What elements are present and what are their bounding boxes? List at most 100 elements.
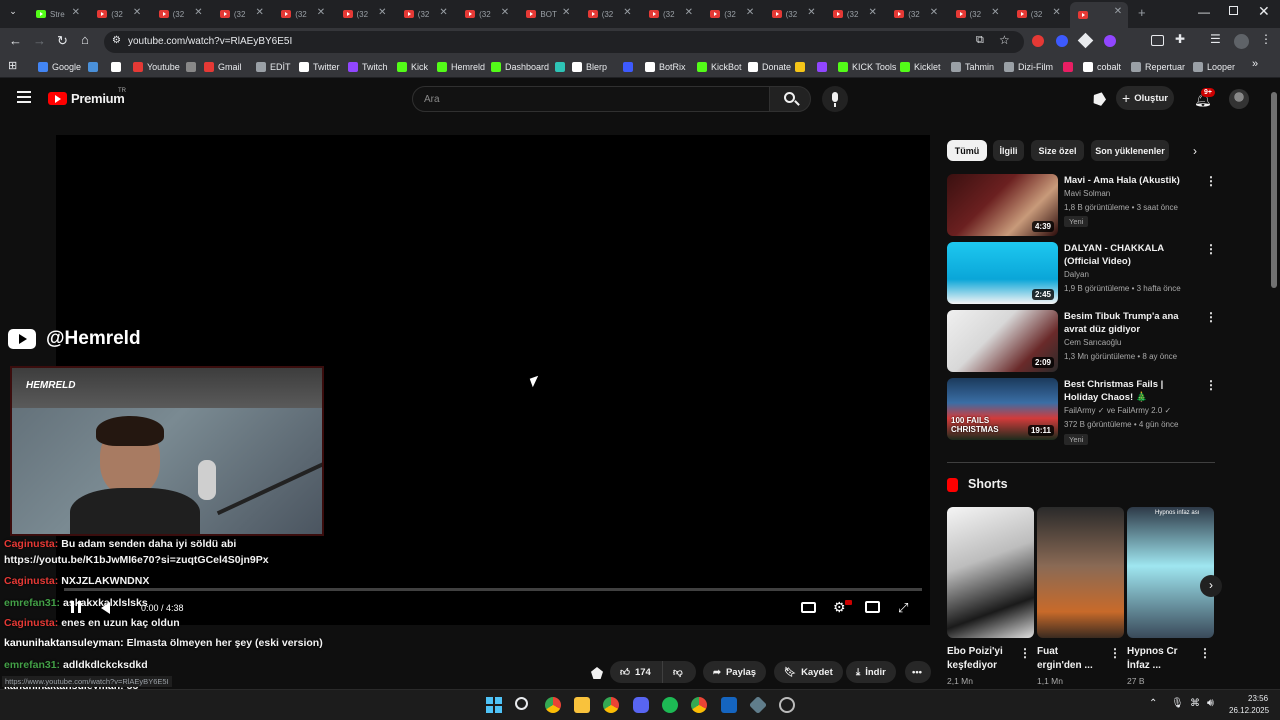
volume-tray-icon[interactable]: 🔊︎ bbox=[1207, 697, 1214, 710]
video-more-icon[interactable]: ⋮ bbox=[1205, 242, 1217, 256]
fullscreen-icon[interactable]: ⤢ bbox=[898, 600, 908, 616]
network-icon[interactable]: ⌘ bbox=[1190, 698, 1200, 709]
bookmark-item[interactable]: Google bbox=[38, 59, 81, 75]
discord-icon[interactable] bbox=[633, 697, 649, 713]
close-tab-icon[interactable]: ✕ bbox=[317, 7, 325, 18]
pause-icon[interactable] bbox=[71, 601, 81, 613]
like-button[interactable]: 👍︎ 174 bbox=[610, 661, 662, 683]
microphone-tray-icon[interactable]: 🎙︎ bbox=[1171, 698, 1184, 709]
app-taskbar-icon[interactable] bbox=[779, 697, 795, 713]
bookmark-item[interactable]: EDİT bbox=[256, 59, 291, 75]
bookmark-item[interactable] bbox=[623, 59, 633, 75]
video-channel[interactable]: Mavi Solman bbox=[1064, 189, 1110, 198]
browser-tab[interactable]: (32 ✕ bbox=[764, 3, 822, 25]
page-scrollbar[interactable] bbox=[1271, 92, 1277, 288]
video-channel[interactable]: FailArmy ✓ ve FailArmy 2.0 ✓ bbox=[1064, 406, 1171, 415]
minimize-button[interactable]: — bbox=[1198, 5, 1210, 19]
video-title[interactable]: DALYAN - CHAKKALA (Official Video) bbox=[1064, 242, 1196, 268]
video-thumbnail[interactable]: 2:45 bbox=[947, 242, 1058, 304]
close-tab-icon[interactable]: ✕ bbox=[378, 7, 386, 18]
browser-tab[interactable]: (32 ✕ bbox=[89, 3, 147, 25]
create-button[interactable]: + Oluştur bbox=[1116, 86, 1174, 110]
close-tab-icon[interactable]: ✕ bbox=[623, 7, 631, 18]
close-tab-icon[interactable]: ✕ bbox=[1052, 7, 1060, 18]
close-tab-icon[interactable]: ✕ bbox=[562, 7, 570, 18]
bookmark-item[interactable]: Repertuar bbox=[1131, 59, 1185, 75]
video-title[interactable]: Besim Tibuk Trump'a ana avrat düz gidiyo… bbox=[1064, 310, 1196, 336]
search-taskbar-icon[interactable] bbox=[515, 697, 528, 710]
progress-bar-track[interactable] bbox=[64, 588, 922, 591]
browser-tab[interactable]: BOT ✕ bbox=[518, 3, 576, 25]
chrome-taskbar-icon[interactable] bbox=[545, 697, 561, 713]
video-thumbnail[interactable]: 2:09 bbox=[947, 310, 1058, 372]
volume-icon[interactable] bbox=[101, 602, 110, 614]
file-explorer-icon[interactable] bbox=[574, 697, 590, 713]
bookmark-item[interactable] bbox=[1063, 59, 1073, 75]
bookmark-item[interactable]: Hemreld bbox=[437, 59, 485, 75]
close-tab-icon[interactable]: ✕ bbox=[194, 7, 202, 18]
new-tab-button[interactable]: + bbox=[1138, 5, 1146, 20]
close-tab-icon[interactable]: ✕ bbox=[501, 7, 509, 18]
browser-tab[interactable]: (32 ✕ bbox=[825, 3, 883, 25]
media-control-icon[interactable]: ☰ bbox=[1210, 32, 1221, 46]
browser-tab[interactable]: (32 ✕ bbox=[641, 3, 699, 25]
bookmark-item[interactable] bbox=[186, 59, 196, 75]
close-tab-icon[interactable]: ✕ bbox=[439, 7, 447, 18]
install-icon[interactable]: ⧉ bbox=[976, 34, 984, 47]
bookmark-item[interactable] bbox=[817, 59, 827, 75]
browser-tab[interactable]: (32 ✕ bbox=[335, 3, 393, 25]
bookmark-item[interactable]: Twitter bbox=[299, 59, 340, 75]
short-title[interactable]: Hypnos Cr İnfaz ... bbox=[1127, 645, 1195, 673]
video-channel[interactable]: Dalyan bbox=[1064, 270, 1089, 279]
close-tab-icon[interactable]: ✕ bbox=[869, 7, 877, 18]
video-channel[interactable]: Cem Sarıcaoğlu bbox=[1064, 338, 1121, 347]
close-window-button[interactable]: ✕ bbox=[1258, 3, 1270, 20]
video-thumbnail[interactable]: 4:39 bbox=[947, 174, 1058, 236]
shorts-next-button[interactable]: › bbox=[1200, 575, 1222, 597]
kick-extension-icon[interactable] bbox=[1091, 90, 1108, 107]
bookmark-item[interactable]: Twitch bbox=[348, 59, 388, 75]
bookmark-item[interactable]: Dashboard bbox=[491, 59, 549, 75]
account-avatar[interactable] bbox=[1229, 89, 1249, 109]
forward-button[interactable]: → bbox=[33, 33, 46, 48]
bookmark-item[interactable]: Looper bbox=[1193, 59, 1235, 75]
bookmark-item[interactable] bbox=[88, 59, 98, 75]
browser-tab[interactable]: (32 ✕ bbox=[1009, 3, 1067, 25]
browser-tab[interactable]: (32 ✕ bbox=[702, 3, 760, 25]
bookmark-item[interactable]: Kicklet bbox=[900, 59, 941, 75]
video-title[interactable]: Mavi - Ama Hala (Akustik) bbox=[1064, 174, 1196, 187]
more-actions-button[interactable]: ••• bbox=[905, 661, 931, 683]
bookmark-star-icon[interactable]: ☆ bbox=[999, 33, 1010, 47]
search-button[interactable] bbox=[769, 86, 811, 112]
browser-menu-icon[interactable]: ⋮ bbox=[1260, 32, 1272, 46]
settings-gear-icon[interactable]: ⚙ bbox=[833, 599, 846, 616]
video-thumbnail[interactable]: 100 FAILS CHRISTMAS 19:11 bbox=[947, 378, 1058, 440]
browser-tab[interactable]: ✕ bbox=[1070, 2, 1129, 28]
youtube-logo[interactable]: Premium bbox=[48, 91, 125, 106]
browser-tab[interactable]: (32 ✕ bbox=[273, 3, 331, 25]
profile-avatar[interactable] bbox=[1234, 34, 1249, 49]
bookmark-item[interactable]: cobalt bbox=[1083, 59, 1121, 75]
chrome-taskbar-icon[interactable] bbox=[603, 697, 619, 713]
chevron-right-icon[interactable]: › bbox=[1193, 144, 1197, 158]
bookmark-item[interactable]: Blerp bbox=[572, 59, 607, 75]
back-button[interactable]: ← bbox=[9, 33, 22, 48]
app-taskbar-icon[interactable] bbox=[748, 695, 768, 715]
close-tab-icon[interactable]: ✕ bbox=[133, 7, 141, 18]
bookmark-item[interactable]: KICK Tools bbox=[838, 59, 896, 75]
bookmark-item[interactable]: Kick bbox=[397, 59, 428, 75]
bookmark-item[interactable]: Tahmin bbox=[951, 59, 994, 75]
extension-icon[interactable] bbox=[1056, 35, 1068, 47]
chip-recently-uploaded[interactable]: Son yüklenenler bbox=[1091, 140, 1169, 161]
more-bookmarks-icon[interactable]: » bbox=[1252, 58, 1258, 70]
video-more-icon[interactable]: ⋮ bbox=[1205, 378, 1217, 392]
extensions-puzzle-icon[interactable]: ✚ bbox=[1175, 32, 1185, 46]
bookmark-item[interactable]: KickBot bbox=[697, 59, 742, 75]
browser-tab[interactable]: (32 ✕ bbox=[151, 3, 209, 25]
browser-tab[interactable]: (32 ✕ bbox=[948, 3, 1006, 25]
kick-action-icon[interactable] bbox=[591, 667, 603, 679]
bookmark-item[interactable] bbox=[555, 59, 565, 75]
extension-icon[interactable] bbox=[1077, 32, 1094, 49]
short-more-icon[interactable]: ⋮ bbox=[1199, 646, 1211, 660]
dislike-button[interactable]: 👎︎ bbox=[662, 661, 696, 683]
